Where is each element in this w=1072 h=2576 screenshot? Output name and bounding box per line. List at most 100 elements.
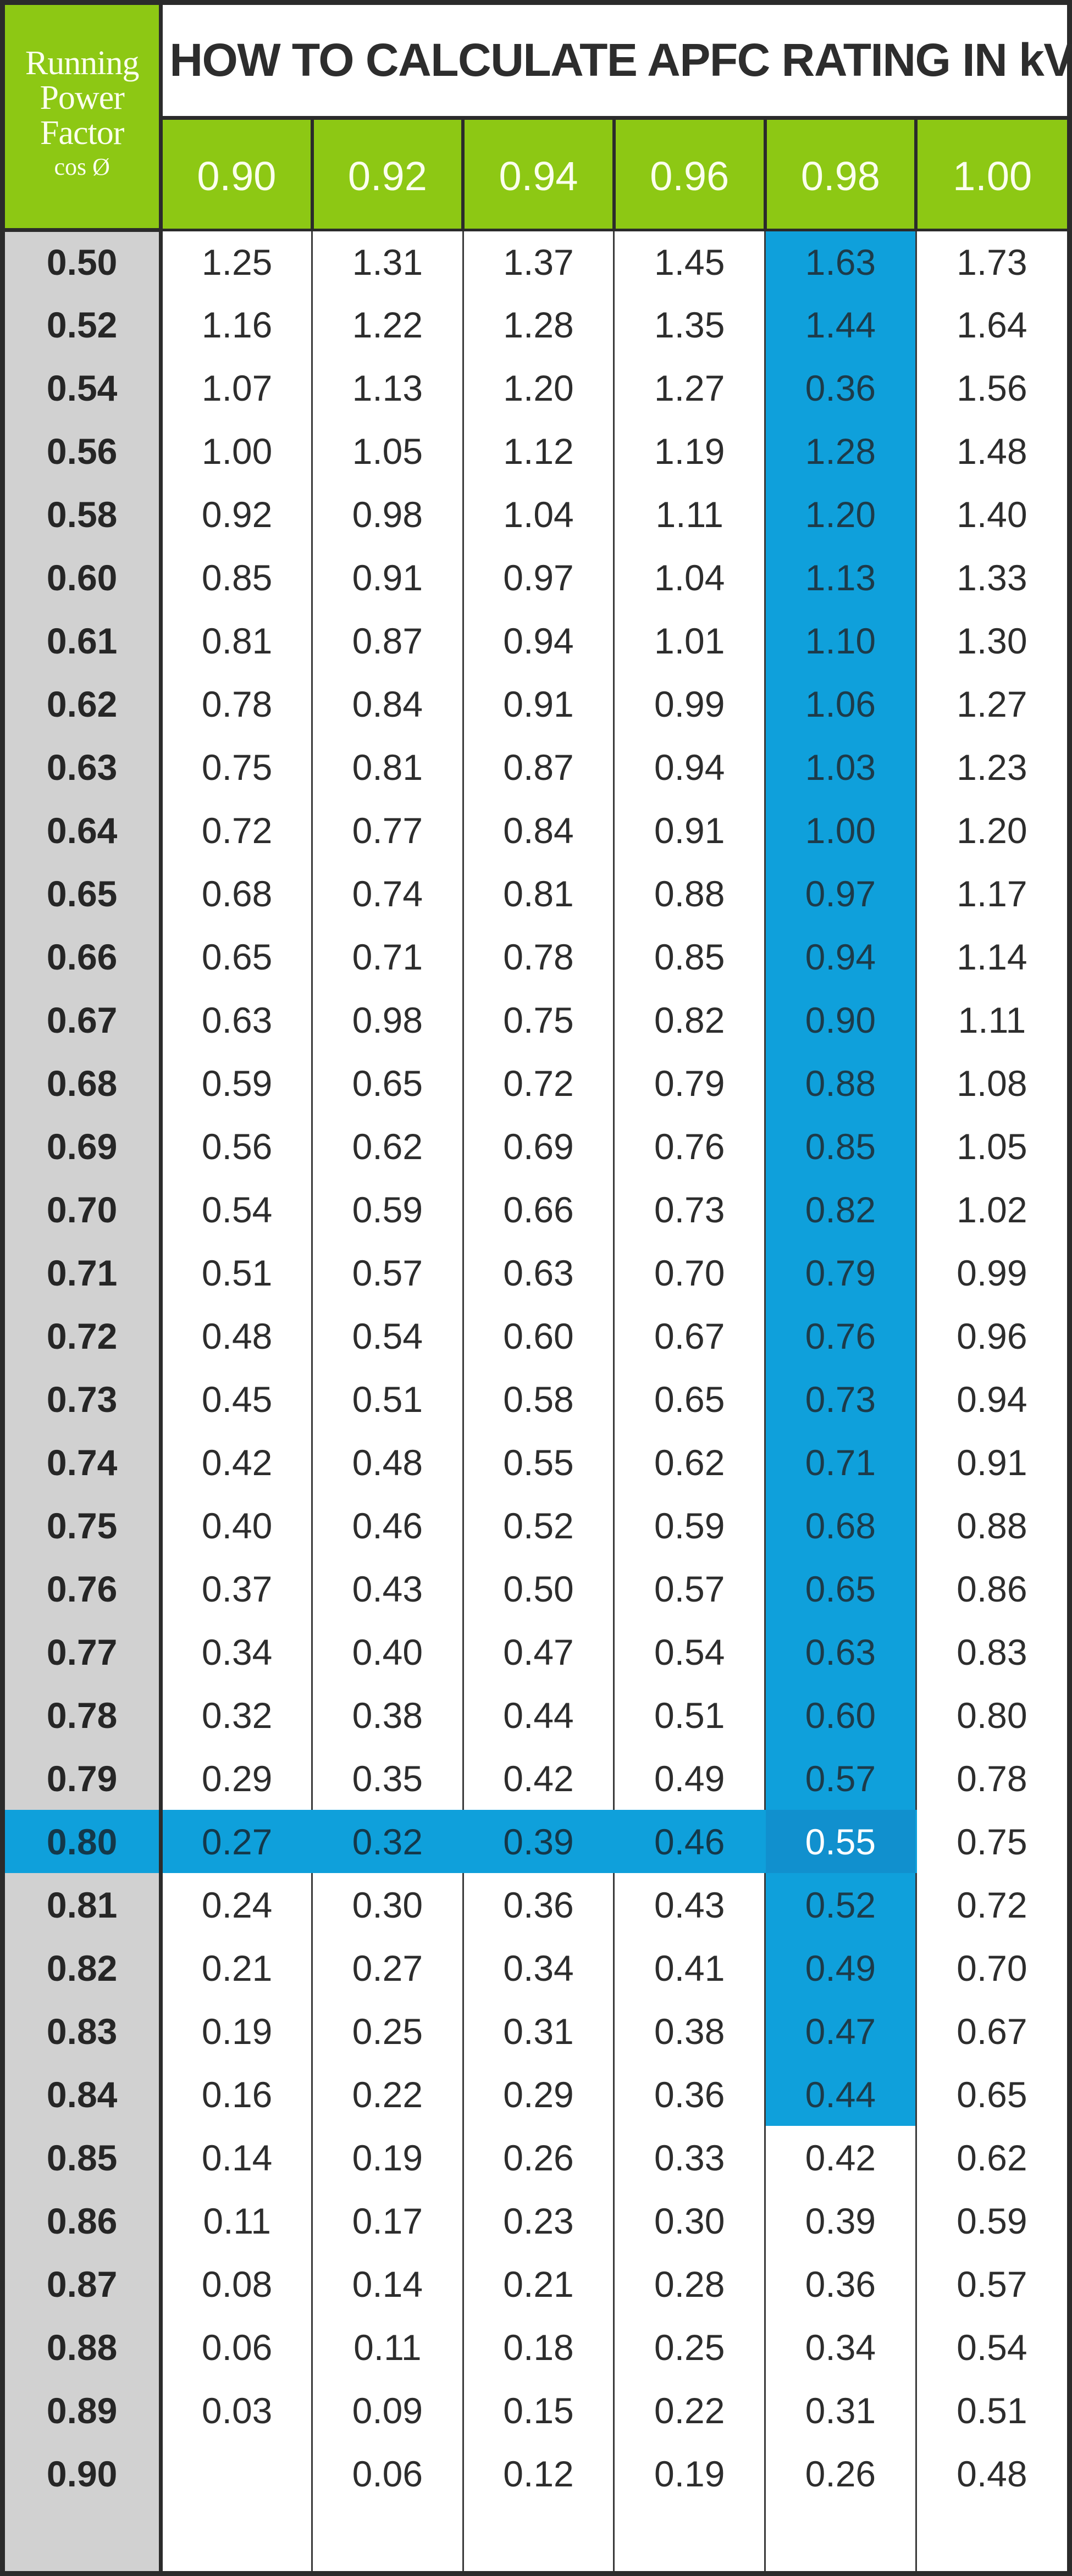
table-row: 0.78 0.32 0.38 0.44 0.51 0.60 0.80 (5, 1683, 1067, 1747)
cell-0.56-0.92: 1.05 (312, 419, 464, 483)
cell-0.73-1.00: 0.94 (916, 1367, 1067, 1431)
cell-0.79-0.90: 0.29 (161, 1747, 313, 1810)
cell-0.70-0.92: 0.59 (312, 1178, 464, 1241)
cell-0.81-0.92: 0.30 (312, 1873, 464, 1936)
cell-0.82-0.90: 0.21 (161, 1936, 313, 1999)
cell-0.86-0.94: 0.23 (463, 2189, 615, 2252)
cell-0.56-0.98: 1.28 (765, 419, 917, 483)
row-label-0-60: 0.60 (5, 546, 163, 609)
cell-0.56-0.90: 1.00 (161, 419, 313, 483)
cell-0.69-0.94: 0.69 (463, 1115, 615, 1178)
cell-0.65-1.00: 1.17 (916, 862, 1067, 925)
cell-0.58-1.00: 1.40 (916, 483, 1067, 546)
cell-0.56-0.96: 1.19 (614, 419, 766, 483)
row-label-0-56: 0.56 (5, 419, 163, 483)
column-header-0-98: 0.98 (765, 118, 918, 231)
cell-0.61-0.96: 1.01 (614, 609, 766, 672)
cell-0.66-0.98: 0.94 (765, 925, 917, 988)
cell-0.52-0.94: 1.28 (463, 293, 615, 356)
cell-0.81-0.96: 0.43 (614, 1873, 766, 1936)
row-label-0-90: 0.90 (5, 2442, 163, 2505)
cell-0.83-0.92: 0.25 (312, 1999, 464, 2063)
table-row: 0.65 0.68 0.74 0.81 0.88 0.97 1.17 (5, 862, 1067, 925)
cell-0.88-0.94: 0.18 (463, 2315, 615, 2379)
row-label-0-85: 0.85 (5, 2126, 163, 2189)
cell-0.69-1.00: 1.05 (916, 1115, 1067, 1178)
table-row: 0.58 0.92 0.98 1.04 1.11 1.20 1.40 (5, 483, 1067, 546)
cell-0.87-0.90: 0.08 (161, 2252, 313, 2315)
cell-0.72-1.00: 0.96 (916, 1304, 1067, 1367)
cell-0.77-1.00: 0.83 (916, 1620, 1067, 1683)
cell-0.85-0.94: 0.26 (463, 2126, 615, 2189)
cell-0.65-0.90: 0.68 (161, 862, 313, 925)
cell-0.73-0.90: 0.45 (161, 1367, 313, 1431)
cell-0.64-0.90: 0.72 (161, 799, 313, 862)
cell-0.86-0.92: 0.17 (312, 2189, 464, 2252)
cell-0.79-0.98: 0.57 (765, 1747, 917, 1810)
cell-0.85-0.90: 0.14 (161, 2126, 313, 2189)
row-label-0-81: 0.81 (5, 1873, 163, 1936)
cell-0.80-0.92: 0.32 (312, 1810, 464, 1873)
column-header-0-92: 0.92 (312, 118, 465, 231)
cell-0.63-0.96: 0.94 (614, 735, 766, 799)
cell-0.72-0.92: 0.54 (312, 1304, 464, 1367)
cell-0.88-0.92: 0.11 (312, 2315, 464, 2379)
cell-0.74-0.98: 0.71 (765, 1431, 917, 1494)
cell-0.75-0.90: 0.40 (161, 1494, 313, 1557)
cell-0.71-0.92: 0.57 (312, 1241, 464, 1304)
cell-0.66-1.00: 1.14 (916, 925, 1067, 988)
cell-0.54-0.92: 1.13 (312, 356, 464, 419)
row-label-0-83: 0.83 (5, 1999, 163, 2063)
table-row: 0.68 0.59 0.65 0.72 0.79 0.88 1.08 (5, 1051, 1067, 1115)
cell-0.83-0.90: 0.19 (161, 1999, 313, 2063)
cell-0.68-0.90: 0.59 (161, 1051, 313, 1115)
cell-0.76-0.92: 0.43 (312, 1557, 464, 1620)
column-header-row: 0.90 0.92 0.94 0.96 0.98 1.00 (5, 118, 1067, 231)
cell-0.50-0.98: 1.63 (765, 230, 917, 293)
apfc-rating-table: Running Power Factor cos Ø HOW TO CALCUL… (5, 5, 1072, 2571)
cell-0.63-1.00: 1.23 (916, 735, 1067, 799)
cell-0.73-0.96: 0.65 (614, 1367, 766, 1431)
cell-0.60-0.92: 0.91 (312, 546, 464, 609)
row-label-0-70: 0.70 (5, 1178, 163, 1241)
cell-0.60-0.98: 1.13 (765, 546, 917, 609)
cell-0.76-0.96: 0.57 (614, 1557, 766, 1620)
cell-0.68-0.96: 0.79 (614, 1051, 766, 1115)
cell-0.54-0.90: 1.07 (161, 356, 313, 419)
cell-0.81-0.98: 0.52 (765, 1873, 917, 1936)
cell-0.67-0.96: 0.82 (614, 988, 766, 1051)
cell-0.88-1.00: 0.54 (916, 2315, 1067, 2379)
corner-header-cos-phi: cos Ø (54, 153, 110, 180)
table-row: 0.50 1.25 1.31 1.37 1.45 1.63 1.73 (5, 230, 1067, 293)
cell-0.78-0.90: 0.32 (161, 1683, 313, 1747)
cell-0.83-0.96: 0.38 (614, 1999, 766, 2063)
cell-0.85-0.92: 0.19 (312, 2126, 464, 2189)
row-label-0-54: 0.54 (5, 356, 163, 419)
cell-blank-0.96 (614, 2505, 766, 2571)
table-row: 0.83 0.19 0.25 0.31 0.38 0.47 0.67 (5, 1999, 1067, 2063)
table-row: 0.90 0.06 0.12 0.19 0.26 0.48 (5, 2442, 1067, 2505)
cell-0.67-1.00: 1.11 (916, 988, 1067, 1051)
cell-0.52-0.96: 1.35 (614, 293, 766, 356)
cell-0.68-1.00: 1.08 (916, 1051, 1067, 1115)
table-row: 0.69 0.56 0.62 0.69 0.76 0.85 1.05 (5, 1115, 1067, 1178)
cell-blank-1.00 (916, 2505, 1067, 2571)
cell-0.70-1.00: 1.02 (916, 1178, 1067, 1241)
cell-0.64-0.98: 1.00 (765, 799, 917, 862)
cell-0.73-0.92: 0.51 (312, 1367, 464, 1431)
cell-0.74-0.92: 0.48 (312, 1431, 464, 1494)
row-label-0-64: 0.64 (5, 799, 163, 862)
cell-0.88-0.98: 0.34 (765, 2315, 917, 2379)
cell-0.77-0.90: 0.34 (161, 1620, 313, 1683)
cell-0.90-0.96: 0.19 (614, 2442, 766, 2505)
cell-0.84-0.96: 0.36 (614, 2063, 766, 2126)
cell-0.62-0.92: 0.84 (312, 672, 464, 735)
column-header-1-00: 1.00 (916, 118, 1067, 231)
cell-0.78-1.00: 0.80 (916, 1683, 1067, 1747)
cell-0.77-0.94: 0.47 (463, 1620, 615, 1683)
cell-blank-0.92 (312, 2505, 464, 2571)
cell-0.76-0.98: 0.65 (765, 1557, 917, 1620)
cell-0.89-0.94: 0.15 (463, 2379, 615, 2442)
cell-0.86-0.98: 0.39 (765, 2189, 917, 2252)
cell-0.81-0.94: 0.36 (463, 1873, 615, 1936)
